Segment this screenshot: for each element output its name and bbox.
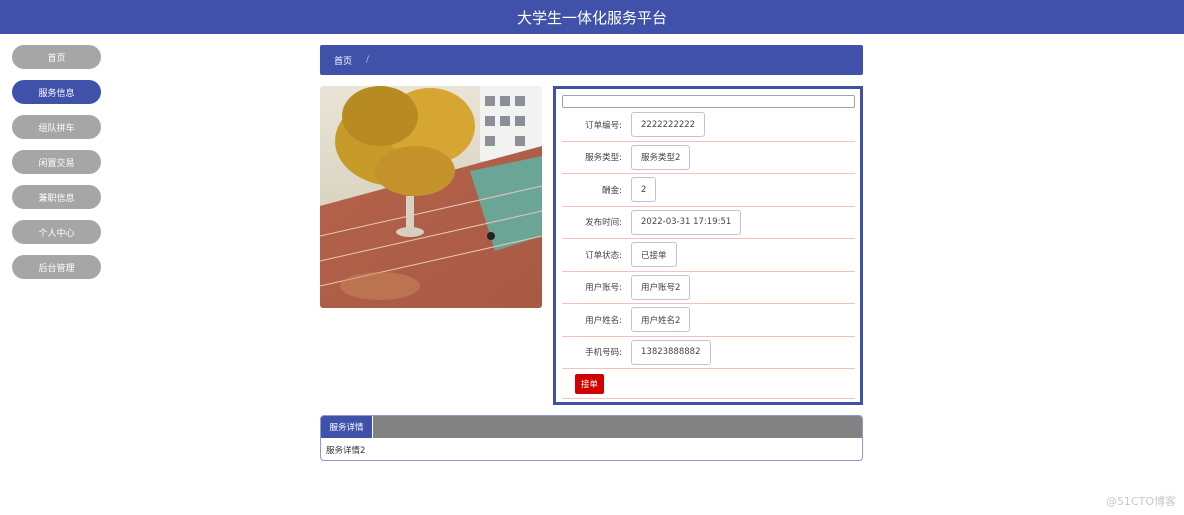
field-value: 用户账号2	[631, 274, 691, 300]
service-photo	[320, 86, 542, 308]
field-row-order-status: 订单状态: 已接单	[562, 239, 855, 272]
sidebar-item-service-info[interactable]: 服务信息	[12, 80, 101, 104]
field-value: 2	[631, 177, 657, 203]
sidebar-item-label: 组队拼车	[38, 123, 75, 134]
field-label: 订单状态:	[585, 250, 622, 261]
service-detail-tabs: 服务详情 服务详情2	[320, 415, 863, 461]
field-row-publish-time: 发布时间: 2022-03-31 17:19:51	[562, 207, 855, 239]
field-value: 用户姓名2	[631, 307, 691, 333]
action-row: 接单	[562, 369, 855, 399]
field-value: 2022-03-31 17:19:51	[631, 209, 742, 235]
field-label: 发布时间:	[585, 218, 622, 229]
sidebar-item-label: 首页	[47, 53, 66, 64]
field-row-service-type: 服务类型: 服务类型2	[562, 142, 855, 174]
sidebar-item-secondhand[interactable]: 闲置交易	[12, 150, 101, 174]
tab-bar: 服务详情	[321, 416, 862, 438]
sidebar-nav: 首页 服务信息 组队拼车 闲置交易 兼职信息 个人中心 后台管理	[12, 45, 101, 290]
campus-tree-photo	[320, 86, 542, 308]
sidebar-item-home[interactable]: 首页	[12, 45, 101, 69]
sidebar-item-label: 闲置交易	[38, 158, 75, 169]
field-value: 服务类型2	[631, 144, 691, 170]
accept-order-button[interactable]: 接单	[575, 373, 605, 394]
breadcrumb-separator: /	[366, 55, 370, 65]
field-value: 已接单	[631, 242, 677, 268]
sidebar-item-carpool[interactable]: 组队拼车	[12, 115, 101, 139]
detail-top-field	[562, 95, 855, 108]
app-header: 大学生一体化服务平台	[0, 0, 1184, 34]
order-detail-panel: 订单编号: 2222222222 服务类型: 服务类型2 酬金: 2 发布时间:…	[553, 86, 863, 405]
tab-service-detail[interactable]: 服务详情	[321, 416, 373, 438]
sidebar-item-parttime[interactable]: 兼职信息	[12, 185, 101, 209]
field-label: 订单编号:	[585, 120, 622, 131]
field-label: 用户姓名:	[585, 315, 622, 326]
breadcrumb-home-link[interactable]: 首页	[334, 54, 352, 67]
field-row-user-account: 用户账号: 用户账号2	[562, 272, 855, 304]
sidebar-item-label: 兼职信息	[38, 193, 75, 204]
field-label: 服务类型:	[585, 153, 622, 164]
field-row-phone: 手机号码: 13823888882	[562, 337, 855, 369]
breadcrumb: 首页 /	[320, 45, 863, 75]
field-label: 用户账号:	[585, 283, 622, 294]
field-value: 2222222222	[631, 112, 706, 138]
field-label: 酬金:	[602, 185, 622, 196]
sidebar-item-label: 后台管理	[38, 263, 75, 274]
field-row-user-name: 用户姓名: 用户姓名2	[562, 304, 855, 337]
sidebar-item-label: 服务信息	[38, 88, 75, 99]
field-row-reward: 酬金: 2	[562, 174, 855, 207]
field-row-order-number: 订单编号: 2222222222	[562, 109, 855, 142]
app-title: 大学生一体化服务平台	[516, 8, 667, 27]
sidebar-item-label: 个人中心	[38, 228, 75, 239]
tab-content: 服务详情2	[326, 446, 366, 456]
watermark: @51CTO博客	[1105, 495, 1176, 508]
field-value: 13823888882	[631, 339, 711, 365]
sidebar-item-profile[interactable]: 个人中心	[12, 220, 101, 244]
sidebar-item-admin[interactable]: 后台管理	[12, 255, 101, 279]
field-label: 手机号码:	[585, 348, 622, 359]
